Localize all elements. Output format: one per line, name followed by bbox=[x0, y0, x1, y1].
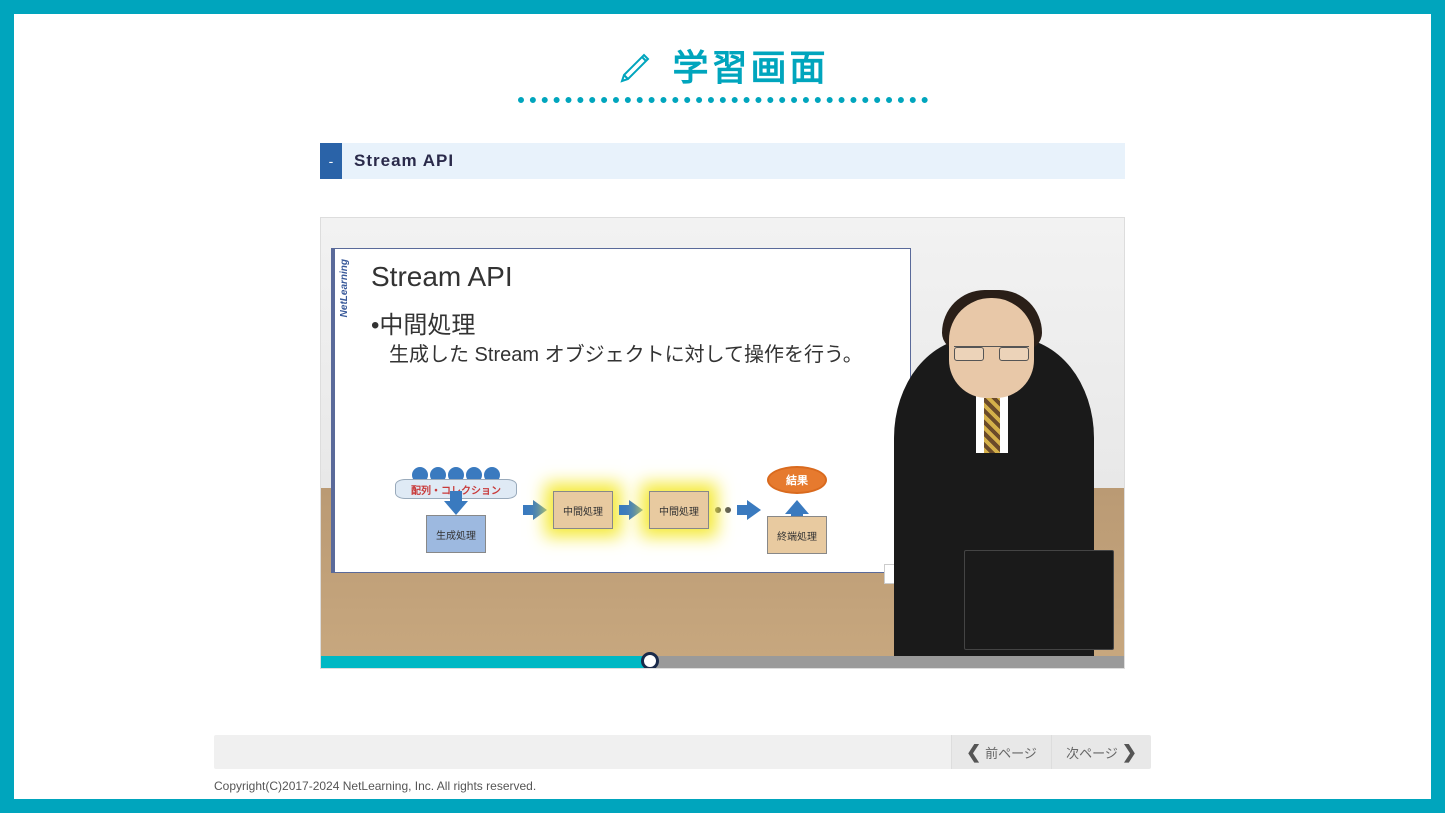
next-page-label: 次ページ bbox=[1066, 743, 1118, 762]
arrow-right-icon bbox=[747, 500, 761, 520]
video-player[interactable]: NetLearning Stream API •中間処理 生成した Stream… bbox=[320, 217, 1125, 669]
video-progress-fill bbox=[321, 656, 650, 668]
lesson-title-bar: - Stream API bbox=[320, 143, 1125, 179]
next-page-button[interactable]: 次ページ ❯ bbox=[1051, 735, 1151, 769]
arrow-right-icon bbox=[629, 500, 643, 520]
diagram-terminal-box: 終端処理 bbox=[767, 516, 827, 554]
page-navigation: ❮ 前ページ 次ページ ❯ bbox=[214, 735, 1151, 769]
arrow-right-icon bbox=[533, 500, 547, 520]
lesson-title: Stream API bbox=[342, 143, 1125, 179]
header-underline bbox=[518, 97, 928, 103]
video-content: NetLearning Stream API •中間処理 生成した Stream… bbox=[321, 218, 1124, 668]
diagram-source: 配列・コレクション 生成処理 bbox=[395, 467, 517, 553]
arrow-down-icon bbox=[444, 501, 468, 515]
chevron-left-icon: ❮ bbox=[966, 742, 981, 763]
prev-page-label: 前ページ bbox=[985, 743, 1037, 762]
laptop-icon bbox=[964, 550, 1114, 650]
diagram-generate-box: 生成処理 bbox=[426, 515, 486, 553]
slide-bullet-label: •中間処理 bbox=[371, 305, 892, 340]
diagram-result-oval: 結果 bbox=[767, 466, 827, 494]
page-title: 学習画面 bbox=[672, 39, 828, 91]
pipeline-diagram: 配列・コレクション 生成処理 中間処理 中間処理 結果 bbox=[395, 466, 827, 554]
diagram-intermediate-box-2: 中間処理 bbox=[649, 491, 709, 529]
video-progress-handle[interactable] bbox=[641, 652, 659, 669]
presentation-slide: NetLearning Stream API •中間処理 生成した Stream… bbox=[331, 248, 911, 573]
presenter-figure bbox=[894, 298, 1124, 668]
content-area: - Stream API NetLearning Stream API •中間処… bbox=[320, 143, 1125, 669]
diagram-terminal: 結果 終端処理 bbox=[767, 466, 827, 554]
ellipsis-icon bbox=[715, 507, 731, 513]
chevron-right-icon: ❯ bbox=[1122, 742, 1137, 763]
video-progress-bar[interactable] bbox=[321, 656, 1124, 668]
slide-bullet-desc: 生成した Stream オブジェクトに対して操作を行う。 bbox=[371, 342, 892, 369]
slide-brand: NetLearning bbox=[339, 259, 350, 317]
copyright-text: Copyright(C)2017-2024 NetLearning, Inc. … bbox=[214, 779, 536, 793]
lesson-accent: - bbox=[320, 143, 342, 179]
prev-page-button[interactable]: ❮ 前ページ bbox=[951, 735, 1051, 769]
diagram-intermediate-box-1: 中間処理 bbox=[553, 491, 613, 529]
arrow-up-icon bbox=[785, 500, 809, 514]
pencil-icon bbox=[616, 43, 656, 88]
page-header: 学習画面 bbox=[14, 14, 1431, 103]
nav-spacer bbox=[214, 735, 951, 769]
slide-title: Stream API bbox=[371, 261, 892, 293]
